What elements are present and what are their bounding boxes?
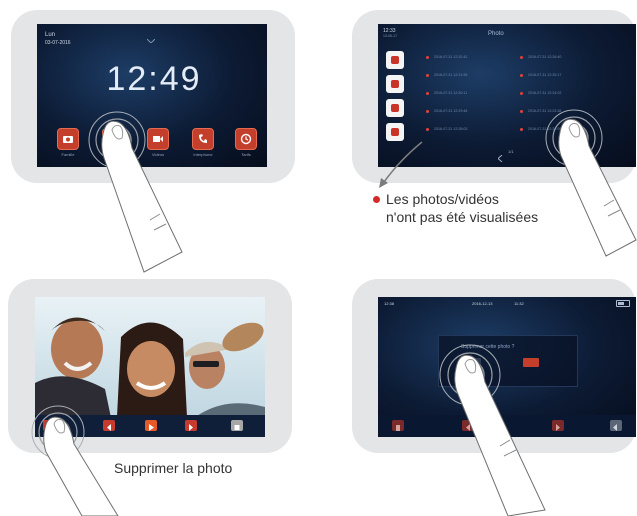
tap-finger-confirm (439, 344, 546, 516)
tap-finger-list (545, 109, 637, 257)
tap-finger-home (88, 111, 183, 273)
finger-illustrations (31, 109, 637, 516)
tap-finger-delete (31, 405, 119, 516)
